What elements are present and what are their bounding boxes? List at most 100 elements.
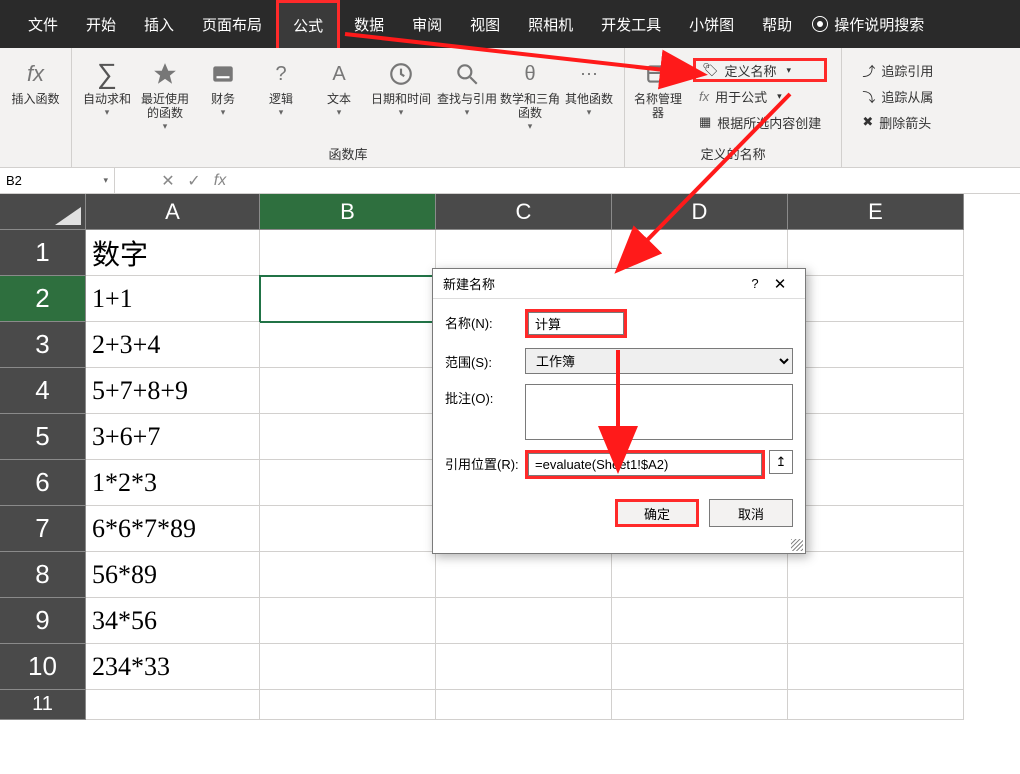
cell[interactable] <box>788 690 964 720</box>
row-header[interactable]: 2 <box>0 276 86 322</box>
cell[interactable] <box>788 552 964 598</box>
cell-A8[interactable]: 56*89 <box>86 552 260 598</box>
cancel-button[interactable]: 取消 <box>709 499 793 527</box>
col-header-E[interactable]: E <box>788 194 964 230</box>
tab-sparkline[interactable]: 小饼图 <box>675 0 748 48</box>
recent-fn-button[interactable]: 最近使用的函数 ▾ <box>136 52 194 142</box>
cell-E1[interactable] <box>788 230 964 276</box>
cell[interactable] <box>436 690 612 720</box>
cell[interactable] <box>788 598 964 644</box>
cell[interactable] <box>260 460 436 506</box>
cell-E2[interactable] <box>788 276 964 322</box>
tell-me[interactable]: 操作说明搜索 <box>812 14 924 35</box>
tab-file[interactable]: 文件 <box>14 0 72 48</box>
cell-A6[interactable]: 1*2*3 <box>86 460 260 506</box>
mathtrig-button[interactable]: θ 数学和三角函数 ▾ <box>500 52 560 142</box>
name-box[interactable]: B2 ▾ <box>0 168 115 193</box>
name-manager-button[interactable]: 名称管理器 <box>631 52 685 142</box>
dialog-titlebar[interactable]: 新建名称 ? ✕ <box>433 269 805 299</box>
cell-A10[interactable]: 234*33 <box>86 644 260 690</box>
tab-review[interactable]: 审阅 <box>398 0 456 48</box>
cell[interactable] <box>612 598 788 644</box>
cell[interactable] <box>436 644 612 690</box>
cell-A2[interactable]: 1+1 <box>86 276 260 322</box>
cell-A7[interactable]: 6*6*7*89 <box>86 506 260 552</box>
col-header-A[interactable]: A <box>86 194 260 230</box>
row-header[interactable]: 10 <box>0 644 86 690</box>
tab-help[interactable]: 帮助 <box>748 0 806 48</box>
col-header-B[interactable]: B <box>260 194 436 230</box>
cell-A9[interactable]: 34*56 <box>86 598 260 644</box>
cell[interactable] <box>788 414 964 460</box>
name-field[interactable] <box>528 312 624 335</box>
trace-precedents-button[interactable]: ⤴ 追踪引用 <box>856 58 939 82</box>
morefn-button[interactable]: ⋯ 其他函数 ▾ <box>560 52 618 142</box>
dialog-help-button[interactable]: ? <box>745 276 765 291</box>
resize-grip[interactable] <box>791 539 803 551</box>
cell-A4[interactable]: 5+7+8+9 <box>86 368 260 414</box>
dialog-close-button[interactable]: ✕ <box>765 275 795 293</box>
define-name-button[interactable]: 🏷 定义名称 ▾ <box>693 58 827 82</box>
cell[interactable] <box>260 506 436 552</box>
col-header-D[interactable]: D <box>612 194 788 230</box>
range-picker-button[interactable]: ↥ <box>769 450 793 474</box>
cell-A3[interactable]: 2+3+4 <box>86 322 260 368</box>
tab-camera[interactable]: 照相机 <box>514 0 587 48</box>
row-header[interactable]: 5 <box>0 414 86 460</box>
row-header[interactable]: 11 <box>0 690 86 720</box>
cell[interactable] <box>788 322 964 368</box>
cell-B1[interactable] <box>260 230 436 276</box>
tab-home[interactable]: 开始 <box>72 0 130 48</box>
logical-button[interactable]: ? 逻辑 ▾ <box>252 52 310 142</box>
cell[interactable] <box>788 506 964 552</box>
row-header[interactable]: 3 <box>0 322 86 368</box>
cell[interactable] <box>436 598 612 644</box>
ok-button[interactable]: 确定 <box>615 499 699 527</box>
tab-data[interactable]: 数据 <box>340 0 398 48</box>
cell[interactable] <box>788 368 964 414</box>
tab-devtools[interactable]: 开发工具 <box>587 0 675 48</box>
lookup-button[interactable]: 查找与引用 ▾ <box>434 52 500 142</box>
cell[interactable] <box>612 644 788 690</box>
cell[interactable] <box>612 690 788 720</box>
cell-B2[interactable] <box>260 276 436 322</box>
tab-view[interactable]: 视图 <box>456 0 514 48</box>
cell-A5[interactable]: 3+6+7 <box>86 414 260 460</box>
row-header[interactable]: 9 <box>0 598 86 644</box>
select-all-corner[interactable] <box>0 194 86 230</box>
row-header[interactable]: 4 <box>0 368 86 414</box>
cell[interactable] <box>788 644 964 690</box>
datetime-button[interactable]: 日期和时间 ▾ <box>368 52 434 142</box>
cell[interactable] <box>260 644 436 690</box>
use-in-formula-button[interactable]: fx 用于公式 ▾ <box>693 84 827 108</box>
accept-formula-icon[interactable]: ✓ <box>181 171 207 191</box>
cell[interactable] <box>260 368 436 414</box>
tab-insert[interactable]: 插入 <box>130 0 188 48</box>
tab-pagelayout[interactable]: 页面布局 <box>188 0 276 48</box>
cell[interactable] <box>260 322 436 368</box>
remove-arrows-button[interactable]: ✖ 删除箭头 <box>856 110 939 134</box>
col-header-C[interactable]: C <box>436 194 612 230</box>
tab-formulas[interactable]: 公式 <box>276 0 340 48</box>
cell[interactable] <box>260 414 436 460</box>
cell[interactable] <box>86 690 260 720</box>
row-header[interactable]: 6 <box>0 460 86 506</box>
autosum-button[interactable]: ∑ 自动求和 ▾ <box>78 52 136 142</box>
row-header[interactable]: 1 <box>0 230 86 276</box>
cancel-formula-icon[interactable]: ✕ <box>155 171 181 191</box>
text-fn-button[interactable]: A 文本 ▾ <box>310 52 368 142</box>
cell-A1[interactable]: 数字 <box>86 230 260 276</box>
ref-field[interactable] <box>528 453 762 476</box>
cell[interactable] <box>260 598 436 644</box>
insert-function-button[interactable]: fx 插入函数 <box>6 52 65 165</box>
cell[interactable] <box>260 552 436 598</box>
financial-button[interactable]: 财务 ▾ <box>194 52 252 142</box>
scope-select[interactable]: 工作簿 <box>525 348 793 374</box>
cell[interactable] <box>612 552 788 598</box>
cell[interactable] <box>260 690 436 720</box>
create-from-selection-button[interactable]: ▦ 根据所选内容创建 <box>693 110 827 134</box>
cell[interactable] <box>788 460 964 506</box>
comment-field[interactable] <box>525 384 793 440</box>
row-header[interactable]: 7 <box>0 506 86 552</box>
fx-icon[interactable]: fx <box>207 172 233 190</box>
